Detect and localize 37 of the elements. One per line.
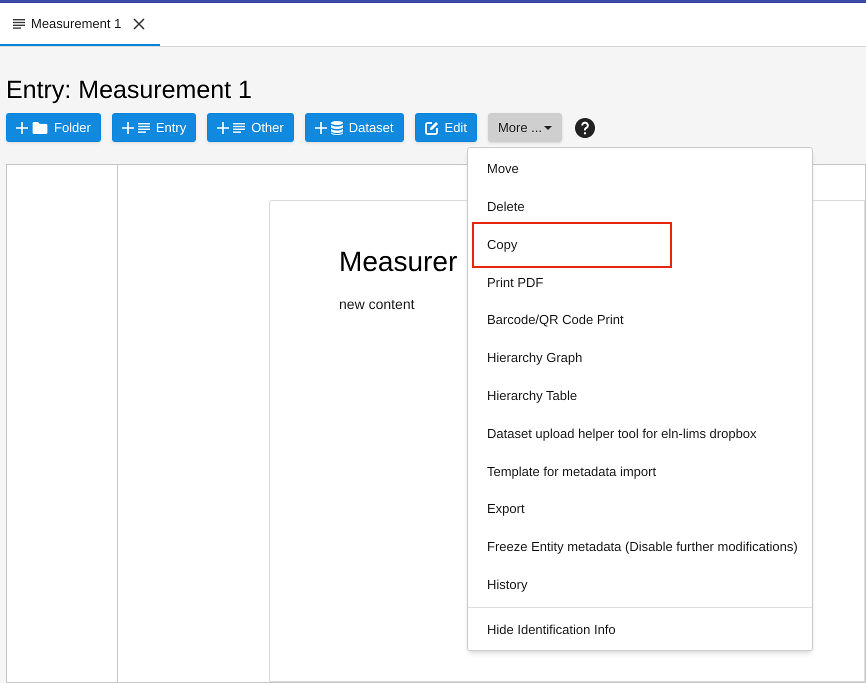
tab-label: Measurement 1 — [31, 14, 122, 33]
toolbar-button[interactable]: Entry — [112, 113, 196, 142]
database-icon — [330, 120, 343, 134]
folder-icon — [32, 122, 48, 134]
page-title: Entry: Measurement 1 — [6, 75, 253, 105]
caret-icon — [544, 126, 552, 130]
menu-item[interactable]: Freeze Entity metadata (Disable further modifications) — [472, 537, 813, 557]
menu-item[interactable]: Barcode/QR Code Print — [472, 310, 639, 330]
menu-item[interactable]: Hierarchy Table — [472, 386, 592, 406]
plus-icon — [122, 122, 134, 134]
menu-item[interactable]: Hierarchy Graph — [472, 348, 598, 368]
lines-icon — [233, 122, 246, 134]
menu-item[interactable]: Copy — [472, 222, 672, 268]
lines-icon — [138, 122, 150, 134]
plus-icon — [314, 122, 327, 134]
help-icon[interactable] — [575, 118, 596, 138]
entry-body: new content — [339, 295, 416, 314]
toolbar-button[interactable]: Folder — [6, 113, 101, 142]
more-button[interactable]: More ... — [488, 113, 562, 142]
toolbar-button[interactable]: Edit — [414, 113, 477, 142]
menu-item[interactable]: Template for metadata import — [472, 462, 672, 482]
toolbar-button[interactable]: Other — [207, 113, 294, 142]
edit-icon — [424, 120, 439, 134]
entry-heading: Measurer — [339, 245, 458, 279]
tab[interactable]: Measurement 1 — [0, 3, 160, 46]
toolbar-button[interactable]: Dataset — [304, 113, 404, 142]
menu-item[interactable]: Dataset upload helper tool for eln-lims dropbox — [472, 424, 772, 444]
menu-item[interactable]: Export — [472, 499, 540, 519]
lines-icon — [13, 18, 25, 28]
plus-icon — [16, 122, 28, 134]
menu-item[interactable]: Delete — [472, 196, 540, 216]
menu-item[interactable]: History — [472, 574, 542, 594]
menu-item[interactable]: Move — [472, 159, 534, 179]
plus-icon — [217, 122, 230, 134]
menu-item[interactable]: Hide Identification Info — [472, 620, 631, 640]
close-icon[interactable] — [133, 18, 146, 30]
menu-item[interactable]: Print PDF — [472, 272, 558, 292]
